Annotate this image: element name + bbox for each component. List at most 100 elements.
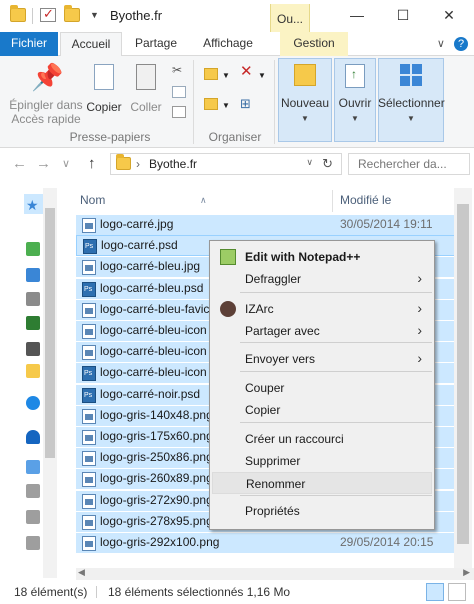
- nav-doc-icon[interactable]: [26, 292, 40, 306]
- tab-view[interactable]: Affichage: [190, 32, 266, 56]
- close-button[interactable]: ✕: [426, 0, 472, 30]
- paste-button[interactable]: Coller: [126, 62, 166, 114]
- minimize-button[interactable]: —: [334, 0, 380, 30]
- refresh-icon[interactable]: ↻: [322, 156, 333, 172]
- menu-item[interactable]: Créer un raccourci: [212, 428, 432, 450]
- onedrive-icon[interactable]: [26, 430, 40, 444]
- copy-path-icon[interactable]: [172, 86, 186, 98]
- ribbon-controls: ∨ ?: [437, 37, 468, 51]
- properties-check-icon[interactable]: [40, 6, 56, 22]
- quick-access-star-icon[interactable]: ★: [26, 198, 40, 212]
- menu-item-label: Couper: [245, 381, 285, 395]
- dropbox-icon[interactable]: [26, 396, 40, 410]
- help-icon[interactable]: ?: [454, 37, 468, 51]
- search-input[interactable]: Rechercher da...: [348, 153, 470, 175]
- menu-item[interactable]: Propriétés: [212, 500, 432, 522]
- paste-shortcut-icon[interactable]: [172, 106, 186, 118]
- large-icons-view-icon[interactable]: [448, 583, 466, 601]
- context-menu: Edit with Notepad++ Defraggler › IZArc › Part…: [209, 240, 435, 530]
- up-arrow-icon[interactable]: ↑: [88, 155, 96, 172]
- file-name: logo-carré-bleu-icon: [100, 344, 207, 359]
- back-arrow-icon[interactable]: ←: [12, 155, 27, 172]
- tab-file[interactable]: Fichier: [0, 32, 58, 56]
- file-date: 30/05/2014 19:11: [340, 217, 433, 231]
- forward-arrow-icon[interactable]: →: [36, 155, 51, 172]
- this-pc-icon[interactable]: [26, 460, 40, 474]
- new-folder-quick-icon[interactable]: [64, 5, 80, 22]
- nav-drive-icon[interactable]: [26, 510, 40, 524]
- list-scrollbar[interactable]: [454, 188, 472, 572]
- photoshop-file-icon: [82, 281, 96, 297]
- breadcrumb-chevron-icon[interactable]: ›: [136, 157, 140, 171]
- menu-item[interactable]: IZArc ›: [212, 298, 432, 320]
- column-header-name[interactable]: Nom ∧: [80, 186, 207, 214]
- nav-scrollbar[interactable]: [43, 188, 57, 578]
- select-label: Sélectionner: [378, 96, 445, 110]
- menu-item[interactable]: Edit with Notepad++: [212, 246, 432, 268]
- breadcrumb-path[interactable]: Byothe.fr: [149, 157, 197, 171]
- menu-item[interactable]: Renommer: [212, 472, 432, 494]
- address-bar[interactable]: › Byothe.fr ∨ ↻: [110, 153, 342, 175]
- move-to-icon[interactable]: [204, 68, 218, 80]
- nav-download-icon[interactable]: [26, 268, 40, 282]
- status-divider: [96, 586, 97, 598]
- window-title: Byothe.fr: [110, 8, 163, 23]
- quick-access-dropdown-icon[interactable]: ▼: [90, 10, 99, 20]
- image-file-icon: [82, 472, 96, 488]
- column-divider[interactable]: [332, 190, 333, 212]
- open-button[interactable]: Ouvrir ▼: [334, 64, 376, 126]
- menu-item[interactable]: Supprimer: [212, 450, 432, 472]
- menu-item[interactable]: Envoyer vers ›: [212, 348, 432, 370]
- tab-share[interactable]: Partage: [126, 32, 186, 56]
- collapse-ribbon-icon[interactable]: ∨: [437, 38, 445, 50]
- menu-item-label: Renommer: [246, 477, 306, 491]
- cut-icon[interactable]: ✂: [172, 64, 186, 76]
- copy-to-icon[interactable]: [204, 98, 218, 110]
- menu-item[interactable]: Copier: [212, 399, 432, 421]
- select-button[interactable]: Sélectionner ▼: [378, 64, 445, 126]
- delete-dropdown-icon[interactable]: ▼: [258, 70, 272, 82]
- horizontal-scrollbar[interactable]: ◀ ▶: [76, 567, 474, 580]
- list-scroll-thumb[interactable]: [457, 204, 469, 544]
- menu-item[interactable]: Defraggler ›: [212, 268, 432, 290]
- nav-scroll-thumb[interactable]: [45, 208, 55, 458]
- rename-icon[interactable]: ⊞: [240, 97, 254, 110]
- new-button[interactable]: Nouveau ▼: [278, 64, 332, 126]
- file-name: logo-gris-250x86.png: [100, 450, 213, 465]
- tab-home[interactable]: Accueil: [60, 32, 122, 57]
- copy-to-dropdown-icon[interactable]: ▼: [222, 100, 236, 112]
- group-divider: [193, 60, 194, 144]
- submenu-chevron-icon: ›: [417, 322, 422, 338]
- file-date: 29/05/2014 20:15: [340, 535, 434, 549]
- scroll-right-icon[interactable]: ▶: [463, 567, 470, 578]
- nav-media-icon[interactable]: [26, 342, 40, 356]
- photoshop-file-icon: [82, 387, 96, 403]
- tab-manage[interactable]: Gestion: [280, 32, 348, 56]
- image-file-icon: [82, 345, 96, 361]
- nav-drive-icon[interactable]: [26, 484, 40, 498]
- scroll-left-icon[interactable]: ◀: [78, 567, 85, 578]
- nav-green-icon[interactable]: [26, 242, 40, 256]
- column-header-modified[interactable]: Modifié le: [340, 186, 391, 214]
- menu-item-label: Edit with Notepad++: [245, 250, 361, 264]
- file-name: logo-carré-bleu.psd: [100, 280, 204, 295]
- copy-button[interactable]: Copier: [84, 62, 124, 114]
- item-count: 18 élément(s): [14, 585, 88, 599]
- recent-locations-icon[interactable]: ∨: [62, 157, 70, 170]
- menu-item[interactable]: Couper: [212, 377, 432, 399]
- file-name: logo-gris-175x60.png: [100, 429, 213, 443]
- maximize-button[interactable]: ☐: [380, 0, 426, 30]
- address-dropdown-icon[interactable]: ∨: [306, 157, 313, 168]
- status-bar: 18 élément(s) 18 éléments sélectionnés 1…: [0, 580, 474, 604]
- table-row[interactable]: logo-gris-292x100.png 29/05/2014 20:15: [76, 532, 456, 553]
- nav-folder-icon[interactable]: [26, 364, 40, 378]
- image-file-icon: [82, 260, 96, 276]
- pin-quick-access-button[interactable]: 📌 Épingler dans Accès rapide: [6, 62, 86, 126]
- nav-drive-icon[interactable]: [26, 536, 40, 550]
- menu-item[interactable]: Partager avec ›: [212, 320, 432, 342]
- table-row[interactable]: logo-carré.jpg 30/05/2014 19:11: [76, 214, 456, 235]
- nav-app-icon[interactable]: [26, 316, 40, 330]
- delete-icon[interactable]: ✕: [240, 64, 254, 79]
- move-to-dropdown-icon[interactable]: ▼: [222, 70, 236, 82]
- details-view-icon[interactable]: [426, 583, 444, 601]
